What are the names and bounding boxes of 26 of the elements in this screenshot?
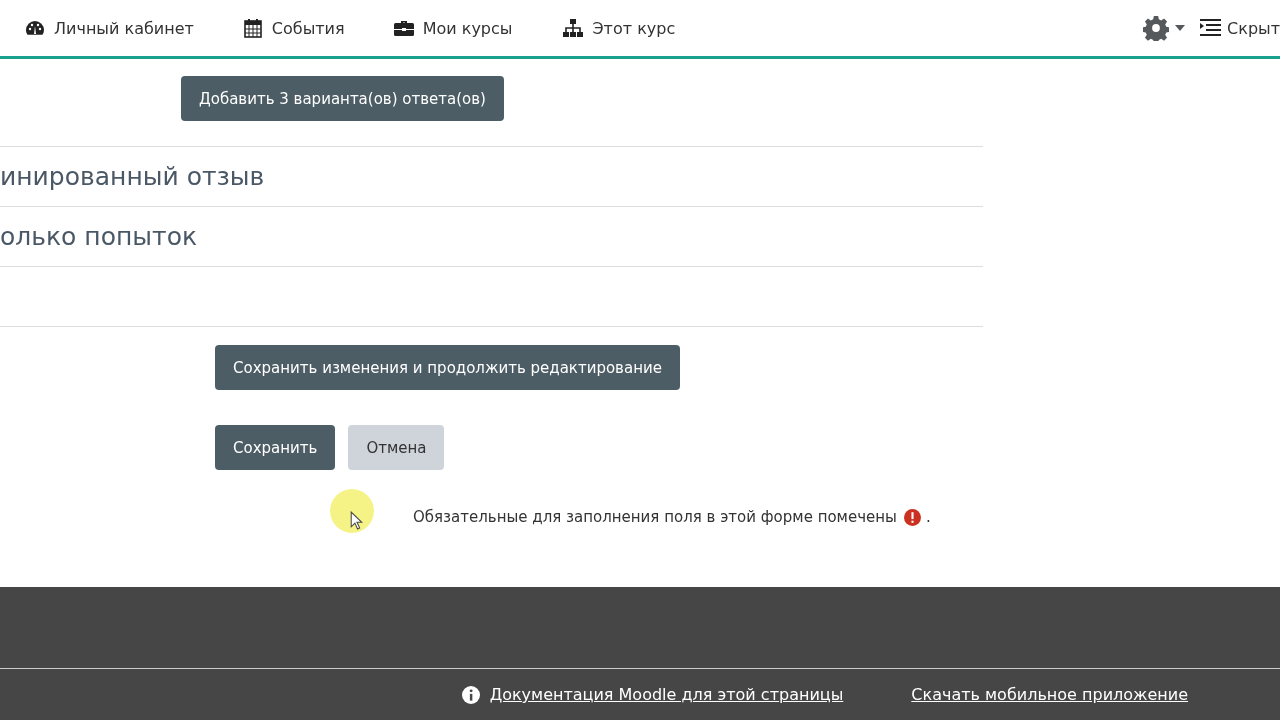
section-header[interactable]: олько попыток xyxy=(0,222,198,251)
settings-icon xyxy=(1143,15,1170,41)
save-and-continue-button[interactable]: Сохранить изменения и продолжить редактирование xyxy=(215,345,680,390)
footer-link[interactable]: Документация Moodle для этой страницы xyxy=(461,685,844,704)
required-fields-note: Обязательные для заполнения поля в этой форме помечены xyxy=(413,508,897,526)
hide-blocks-link[interactable]: Скрыт xyxy=(1199,18,1280,38)
caret-icon xyxy=(1175,25,1186,31)
add-choices-button[interactable]: Добавить 3 варианта(ов) ответа(ов) xyxy=(181,76,504,121)
info-icon xyxy=(461,685,480,704)
cursor-icon xyxy=(350,511,363,530)
note-period: . xyxy=(925,508,931,526)
save-button[interactable]: Сохранить xyxy=(215,425,336,470)
briefcase-icon xyxy=(392,18,415,38)
nav-link[interactable]: Этот курс xyxy=(562,18,676,38)
indent-list-icon xyxy=(1199,18,1222,38)
footer-link[interactable]: Скачать мобильное приложение xyxy=(911,685,1188,704)
nav-link[interactable]: Личный кабинет xyxy=(24,18,194,38)
calendar-icon xyxy=(241,18,264,38)
cancel-button[interactable]: Отмена xyxy=(348,425,445,470)
gauge-icon xyxy=(24,18,46,38)
nav-link[interactable]: Мои курсы xyxy=(392,18,513,38)
nav-link[interactable]: События xyxy=(241,18,345,38)
settings-menu-button[interactable] xyxy=(1143,15,1186,41)
required-icon xyxy=(903,508,921,526)
sitemap-icon xyxy=(562,18,585,38)
section-header[interactable]: инированный отзыв xyxy=(0,162,265,191)
